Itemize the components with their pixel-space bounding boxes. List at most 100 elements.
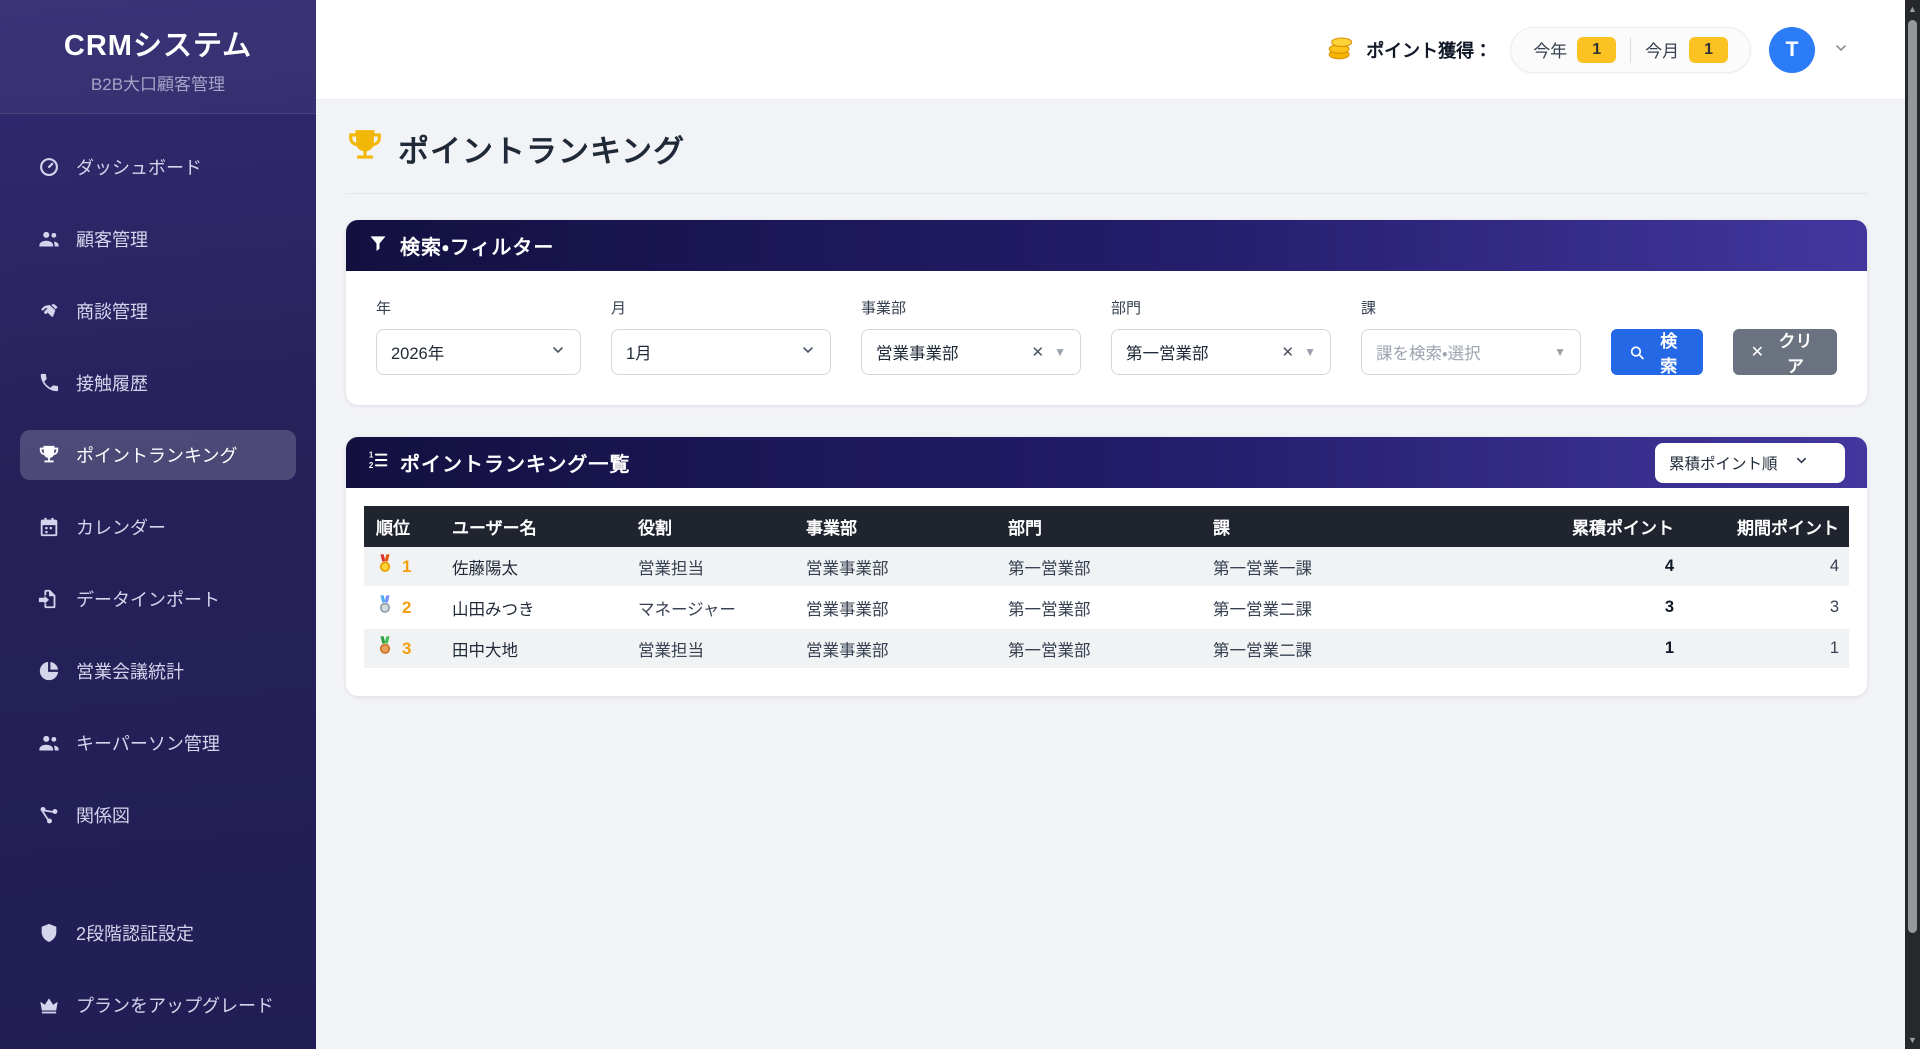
sidebar-item-label: 商談管理 (76, 298, 148, 324)
chevron-down-icon[interactable] (1833, 40, 1849, 60)
sidebar-item-contact-history[interactable]: 接触履歴 (20, 358, 296, 408)
sidebar-item-label: 顧客管理 (76, 226, 148, 252)
sidebar-item-calendar[interactable]: カレンダー (20, 502, 296, 552)
period-points-cell: 1 (1684, 628, 1849, 669)
sidebar-item-label: データインポート (76, 586, 220, 612)
section-combobox[interactable]: 課を検索・選択 ▼ (1361, 329, 1581, 375)
sidebar-item-upgrade-plan[interactable]: プランをアップグレード (20, 980, 296, 1030)
column-header-user: ユーザー名 (442, 506, 628, 547)
section-cell: 第一営業二課 (1203, 587, 1499, 628)
column-header-role: 役割 (628, 506, 796, 547)
table-row: 1 佐藤陽太 営業担当 営業事業部 第一営業部 第一営業一課 4 4 (364, 547, 1849, 587)
vertical-scrollbar[interactable]: ▲ ▼ (1905, 0, 1920, 1049)
department-cell: 第一営業部 (998, 587, 1203, 628)
column-header-division: 事業部 (796, 506, 998, 547)
divider (1630, 37, 1631, 63)
points-summary-pill: 今年 1 今月 1 (1510, 27, 1751, 73)
dropdown-arrow-icon[interactable]: ▼ (1554, 345, 1566, 359)
sidebar-item-customers[interactable]: 顧客管理 (20, 214, 296, 264)
sort-order-select[interactable]: 累積ポイント順 (1655, 443, 1845, 483)
sidebar-item-label: 接触履歴 (76, 370, 148, 396)
ranking-panel: 12 ポイントランキング一覧 累積ポイント順 順位 ユーザー名 (346, 437, 1867, 696)
sidebar-item-label: ポイントランキング (76, 442, 237, 468)
clear-selection-icon[interactable]: ✕ (1032, 343, 1045, 361)
gauge-icon (38, 156, 60, 178)
department-combobox[interactable]: 第一営業部 ✕ ▼ (1111, 329, 1331, 375)
sidebar-item-two-factor-settings[interactable]: 2段階認証設定 (20, 908, 296, 958)
sidebar-item-relationship-map[interactable]: 関係図 (20, 790, 296, 840)
scrollbar-thumb[interactable] (1908, 20, 1917, 933)
division-cell: 営業事業部 (796, 628, 998, 669)
role-cell: マネージャー (628, 587, 796, 628)
column-header-period-points: 期間ポイント (1684, 506, 1849, 547)
dropdown-arrow-icon[interactable]: ▼ (1304, 345, 1316, 359)
rank-number: 3 (402, 639, 411, 659)
division-cell: 営業事業部 (796, 547, 998, 587)
main-area: ポイント獲得： 今年 1 今月 1 T ポイントランキング (316, 0, 1920, 1049)
total-points-cell: 1 (1499, 628, 1684, 669)
clear-selection-icon[interactable]: ✕ (1282, 343, 1295, 361)
phone-icon (38, 372, 60, 394)
filter-panel-title: 検索・フィルター (400, 231, 554, 260)
gold-medal-icon (374, 553, 396, 580)
role-cell: 営業担当 (628, 547, 796, 587)
total-points-cell: 4 (1499, 547, 1684, 587)
section-filter-label: 課 (1361, 297, 1581, 318)
points-this-year: 今年 1 (1533, 37, 1616, 63)
search-button[interactable]: 検索 (1611, 329, 1703, 375)
sidebar-header: CRMシステム B2B大口顧客管理 (0, 0, 316, 114)
division-combobox[interactable]: 営業事業部 ✕ ▼ (861, 329, 1081, 375)
ranking-panel-header: 12 ポイントランキング一覧 累積ポイント順 (346, 437, 1867, 488)
sidebar-item-label: 営業会議統計 (76, 658, 184, 684)
column-header-department: 部門 (998, 506, 1203, 547)
chevron-down-icon (1794, 453, 1809, 473)
sidebar-item-point-ranking[interactable]: ポイントランキング (20, 430, 296, 480)
division-filter-label: 事業部 (861, 297, 1081, 318)
page-title-row: ポイントランキング (346, 126, 1867, 194)
user-name-cell: 田中大地 (442, 628, 628, 669)
user-avatar[interactable]: T (1769, 27, 1815, 73)
month-select[interactable]: 1月 (611, 329, 831, 375)
sidebar-item-label: 2段階認証設定 (76, 920, 194, 946)
page-title: ポイントランキング (398, 126, 685, 171)
scroll-down-arrow-icon[interactable]: ▼ (1905, 1032, 1920, 1048)
handshake-icon (38, 300, 60, 322)
scroll-up-arrow-icon[interactable]: ▲ (1905, 1, 1920, 17)
month-points-badge: 1 (1689, 37, 1728, 63)
shield-icon (38, 922, 60, 944)
dropdown-arrow-icon[interactable]: ▼ (1054, 345, 1066, 359)
sidebar-footer: 2段階認証設定 プランをアップグレード (0, 908, 316, 1049)
department-cell: 第一営業部 (998, 628, 1203, 669)
crown-icon (38, 994, 60, 1016)
app-window: CRMシステム B2B大口顧客管理 ダッシュボード 顧客管理 商談管理 接触履歴 (0, 0, 1920, 1049)
sidebar-item-deals[interactable]: 商談管理 (20, 286, 296, 336)
bronze-medal-icon (374, 635, 396, 662)
svg-text:1: 1 (369, 451, 374, 460)
trophy-icon (346, 127, 384, 170)
division-cell: 営業事業部 (796, 587, 998, 628)
sidebar-item-key-persons[interactable]: キーパーソン管理 (20, 718, 296, 768)
top-header: ポイント獲得： 今年 1 今月 1 T (316, 0, 1905, 100)
filter-funnel-icon (368, 233, 388, 258)
period-points-cell: 3 (1684, 587, 1849, 628)
sidebar-item-meeting-stats[interactable]: 営業会議統計 (20, 646, 296, 696)
silver-medal-icon (374, 594, 396, 621)
user-name-cell: 山田みつき (442, 587, 628, 628)
division-filter-field: 事業部 営業事業部 ✕ ▼ (861, 297, 1081, 375)
filter-panel: 検索・フィルター 年 2026年 月 1月 (346, 220, 1867, 405)
sidebar-item-dashboard[interactable]: ダッシュボード (20, 142, 296, 192)
file-import-icon (38, 588, 60, 610)
sidebar-nav: ダッシュボード 顧客管理 商談管理 接触履歴 ポイントランキング カレンダー (0, 114, 316, 862)
app-subtitle: B2B大口顧客管理 (10, 70, 306, 95)
clear-button[interactable]: ✕ クリア (1733, 329, 1837, 375)
sidebar-item-data-import[interactable]: データインポート (20, 574, 296, 624)
sidebar: CRMシステム B2B大口顧客管理 ダッシュボード 顧客管理 商談管理 接触履歴 (0, 0, 316, 1049)
table-row: 2 山田みつき マネージャー 営業事業部 第一営業部 第一営業二課 3 3 (364, 587, 1849, 628)
sidebar-item-label: プランをアップグレード (76, 992, 274, 1018)
calendar-icon (38, 516, 60, 538)
month-filter-field: 月 1月 (611, 297, 831, 375)
close-icon: ✕ (1751, 342, 1764, 362)
year-select[interactable]: 2026年 (376, 329, 581, 375)
content-area: ポイントランキング 検索・フィルター 年 2026年 (316, 100, 1905, 1049)
ranking-table: 順位 ユーザー名 役割 事業部 部門 課 累積ポイント 期間ポイント (364, 506, 1849, 670)
